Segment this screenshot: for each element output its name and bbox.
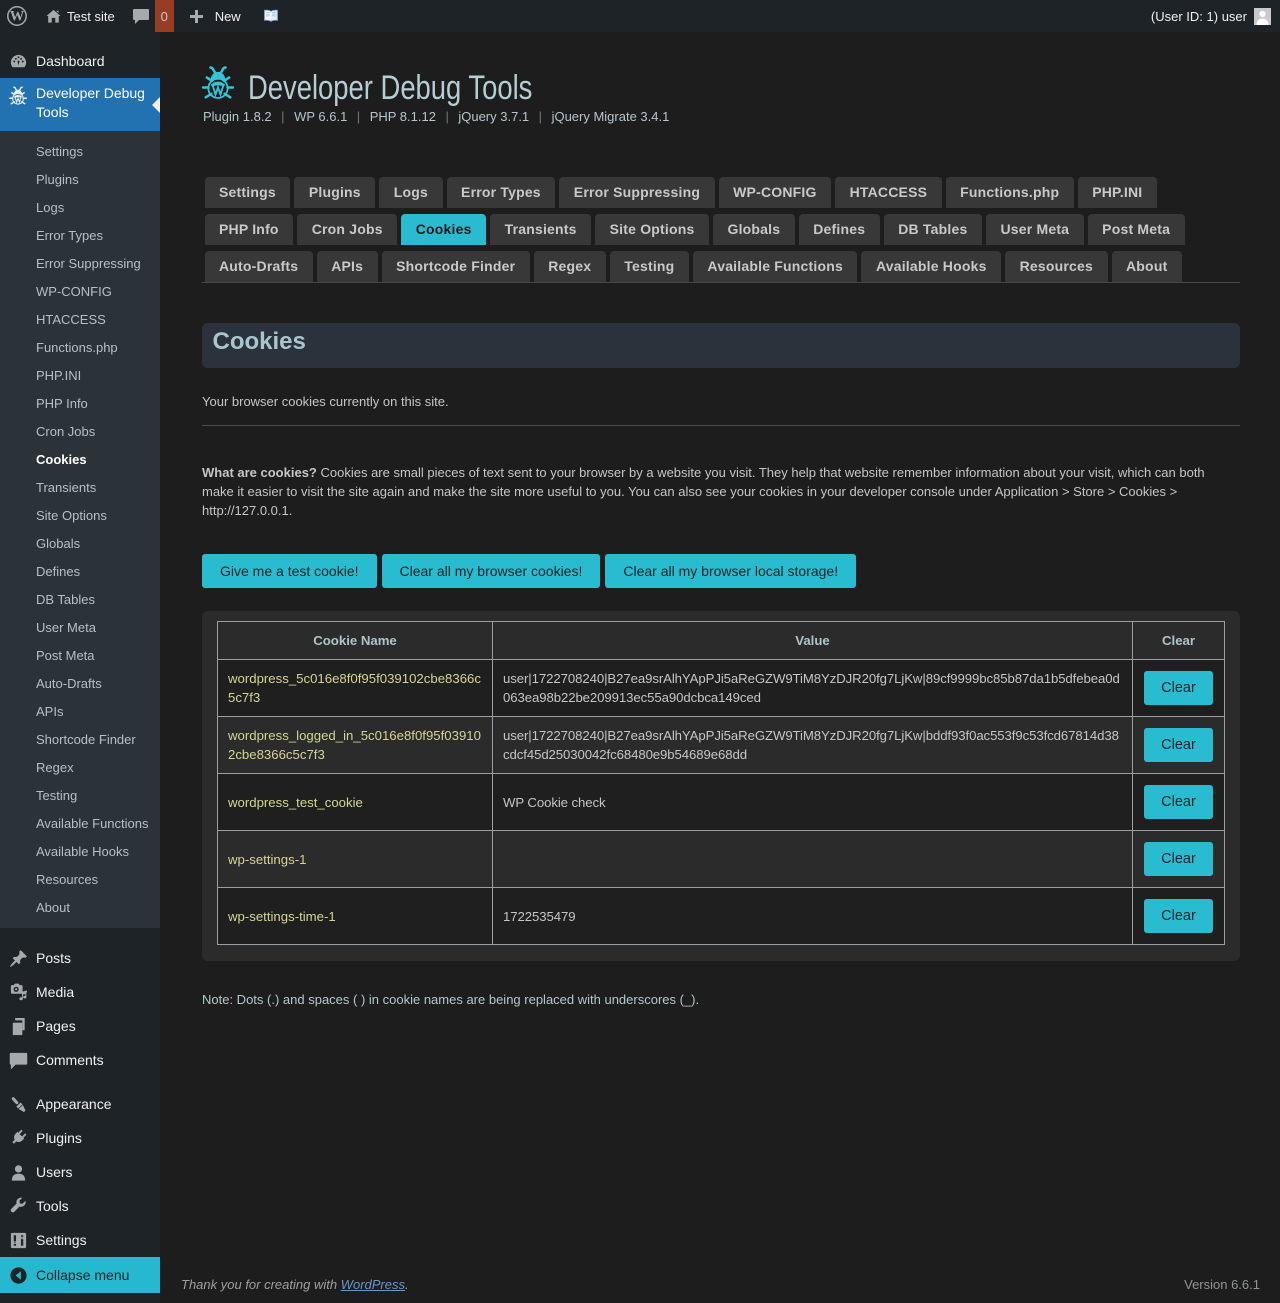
svg-text:W: W [10,9,25,25]
